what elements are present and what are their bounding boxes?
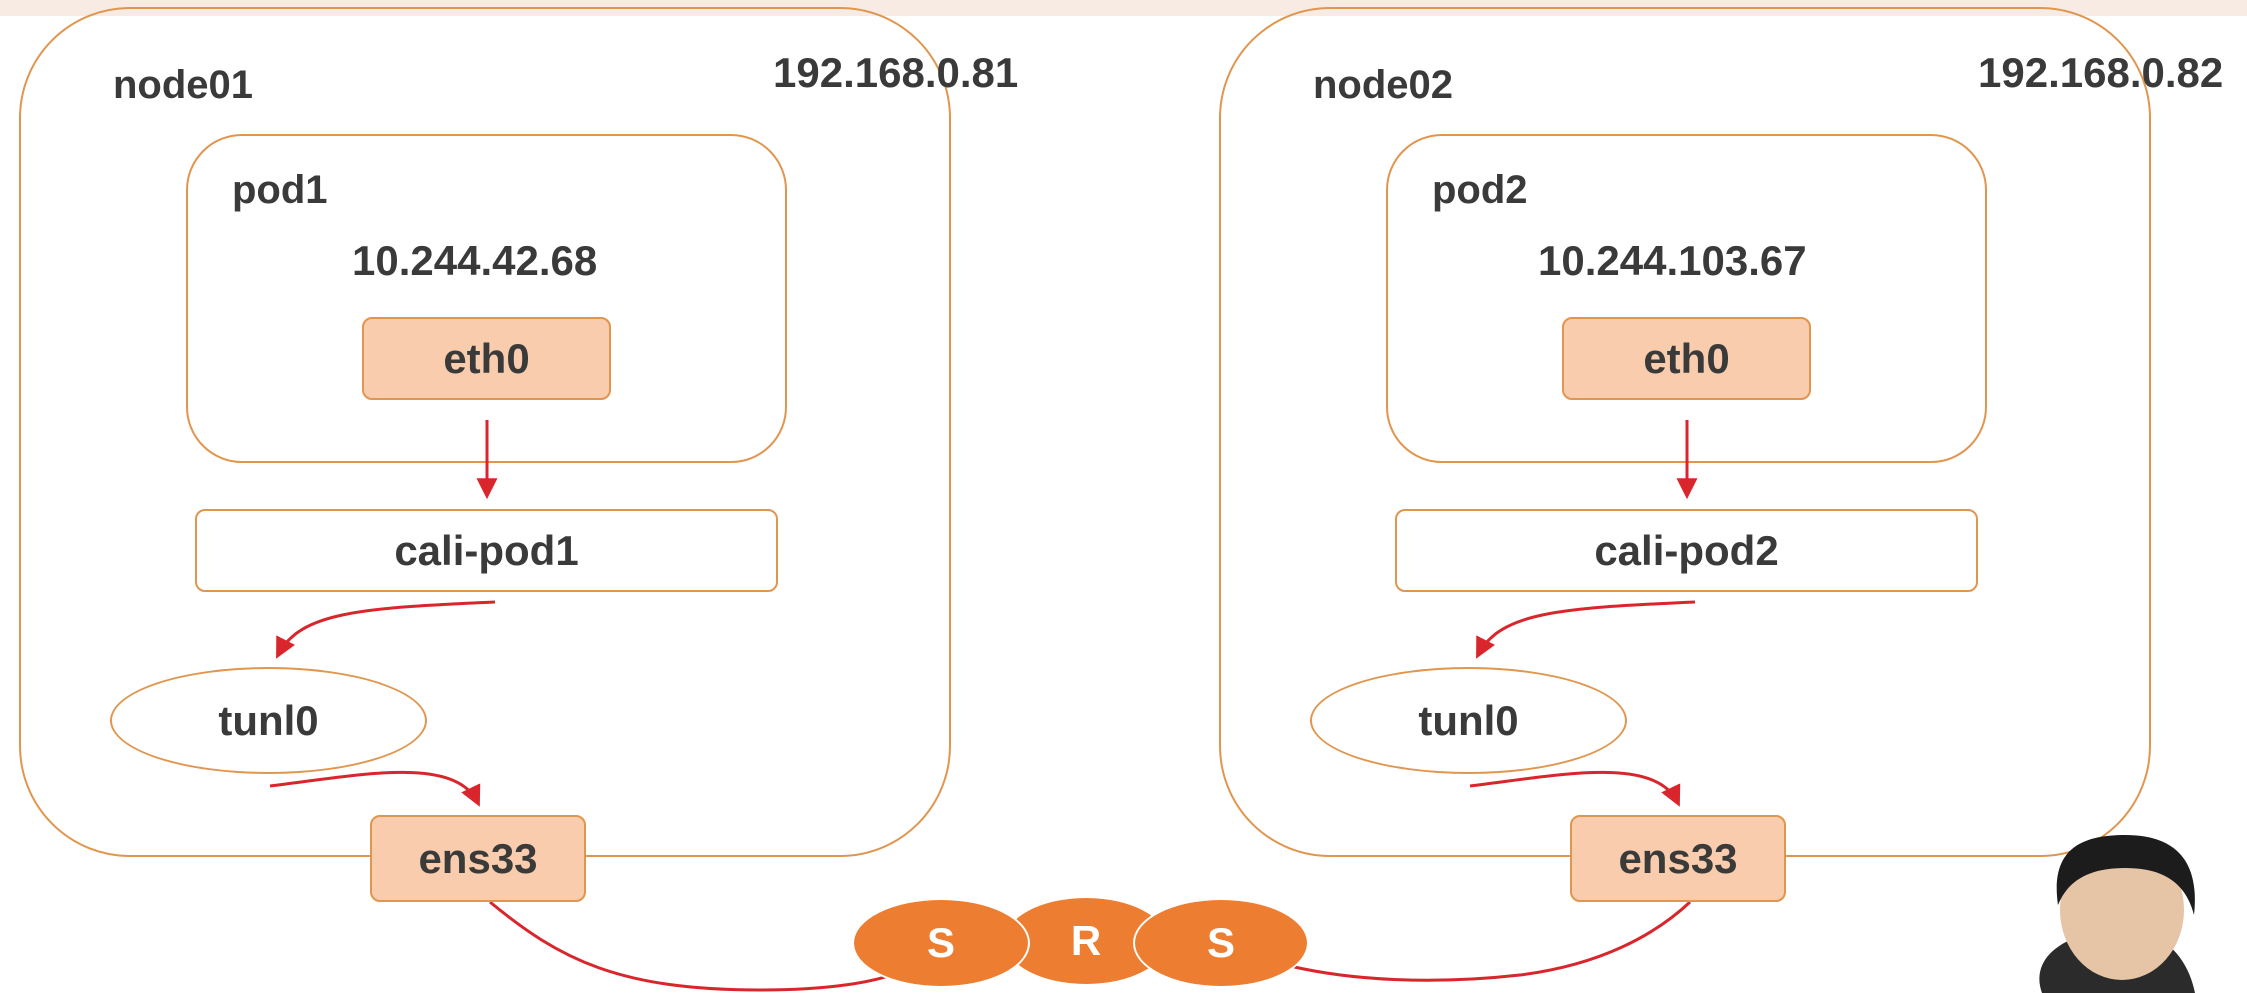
node01-tunl0-label: tunl0 (218, 696, 319, 744)
node02-ens33-interface[interactable]: ens33 (1570, 815, 1786, 902)
node01-ens33-interface[interactable]: ens33 (370, 815, 586, 902)
pod2-ip: 10.244.103.67 (1538, 237, 1807, 284)
node01-ip: 192.168.0.81 (773, 49, 1019, 96)
link-node01-to-network (489, 900, 901, 992)
node02-tunl0-interface[interactable]: tunl0 (1310, 667, 1627, 774)
pod1-name: pod1 (232, 168, 328, 212)
pod2-eth0-interface[interactable]: eth0 (1562, 317, 1811, 400)
arrow-tunl0-to-ens33-node01 (269, 770, 481, 807)
pod1-eth0-interface[interactable]: eth0 (362, 317, 611, 400)
arrow-tunl0-to-ens33-node02 (1469, 770, 1681, 807)
node02-ip: 192.168.0.82 (1978, 49, 2224, 96)
pod2-eth0-label: eth0 (1643, 334, 1730, 382)
switch-right-label: S (1206, 919, 1235, 966)
node02-veth-label: cali-pod2 (1594, 526, 1779, 574)
switch-right-oval[interactable]: S (1133, 898, 1309, 988)
diagram-canvas (19, 7, 2195, 993)
router-label: R (1070, 917, 1102, 964)
arrow-veth-to-tunl0-node01 (276, 600, 496, 659)
node02-name: node02 (1313, 63, 1454, 107)
node01-name: node01 (113, 63, 254, 107)
pod1-ip: 10.244.42.68 (352, 237, 598, 284)
presenter-avatar (2039, 835, 2195, 993)
node02-ens33-label: ens33 (1618, 834, 1738, 882)
link-network-to-node02 (1289, 900, 1692, 982)
switch-left-label: S (926, 919, 955, 966)
node01-veth-interface[interactable]: cali-pod1 (195, 509, 778, 592)
node01-tunl0-interface[interactable]: tunl0 (110, 667, 427, 774)
arrow-veth-to-tunl0-node02 (1476, 600, 1696, 659)
pod2-name: pod2 (1432, 168, 1528, 212)
node02-veth-interface[interactable]: cali-pod2 (1395, 509, 1978, 592)
node01-veth-label: cali-pod1 (394, 526, 579, 574)
node02-tunl0-label: tunl0 (1418, 696, 1519, 744)
switch-left-oval[interactable]: S (852, 898, 1030, 988)
node01-ens33-label: ens33 (418, 834, 538, 882)
pod1-eth0-label: eth0 (443, 334, 530, 382)
